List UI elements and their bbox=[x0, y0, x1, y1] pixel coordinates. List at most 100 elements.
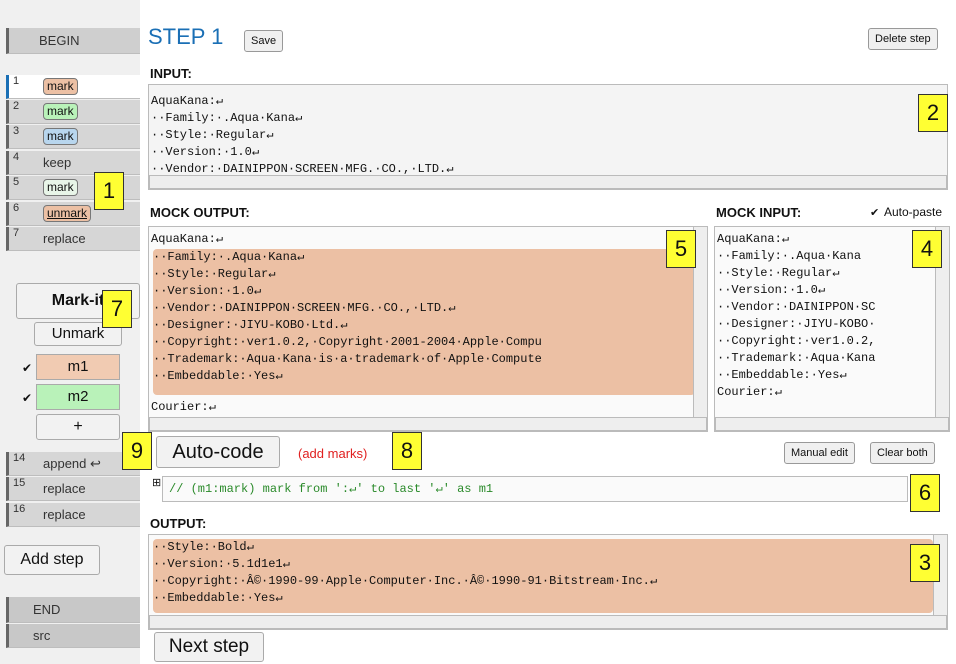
input-title: INPUT: bbox=[150, 66, 192, 81]
callout-5: 5 bbox=[666, 230, 696, 268]
step-label: mark bbox=[43, 103, 78, 120]
output-line: ··Version:·5.1d1e1↵ bbox=[153, 557, 290, 571]
manual-edit-button[interactable]: Manual edit bbox=[784, 442, 855, 464]
mock-output-marked-line: ··Embeddable:·Yes↵ bbox=[153, 369, 283, 383]
step-label: mark bbox=[43, 128, 78, 145]
mock-input-hscrollbar[interactable] bbox=[715, 417, 949, 431]
callout-7: 7 bbox=[102, 290, 132, 328]
step-label: mark bbox=[43, 179, 78, 196]
mock-output-marked-line: ··Copyright:·ver1.0.2,·Copyright·2001-20… bbox=[153, 335, 542, 349]
next-step-button[interactable]: Next step bbox=[154, 632, 264, 662]
mock-input-line: ··Family:·.Aqua·Kana bbox=[717, 249, 862, 263]
mock-output-title: MOCK OUTPUT: bbox=[150, 205, 250, 220]
sidebar-step[interactable]: 7 replace bbox=[6, 227, 140, 251]
step-number: 3 bbox=[13, 125, 20, 137]
callout-8: 8 bbox=[392, 432, 422, 470]
end-label: END bbox=[33, 602, 61, 617]
mock-input-line: ··Version:·1.0↵ bbox=[717, 283, 826, 297]
mock-input-line: ··Vendor:·DAINIPPON·SC bbox=[717, 300, 876, 314]
autopaste-checkbox[interactable]: ✔ bbox=[870, 206, 879, 219]
mock-input-title: MOCK INPUT: bbox=[716, 205, 802, 220]
mock-output-line: Courier:↵ bbox=[151, 400, 216, 414]
step-number: 5 bbox=[13, 176, 20, 188]
src-item[interactable]: src bbox=[6, 624, 140, 648]
step-number: 14 bbox=[13, 452, 26, 464]
callout-6: 6 bbox=[910, 474, 940, 512]
mock-output-marked-line: ··Trademark:·Aqua·Kana·is·a·trademark·of… bbox=[153, 352, 542, 366]
end-item[interactable]: END bbox=[6, 597, 140, 623]
step-label: keep bbox=[43, 155, 72, 170]
save-button[interactable]: Save bbox=[244, 30, 284, 52]
m1-checkbox[interactable]: ✔ bbox=[22, 361, 32, 375]
input-hscrollbar[interactable] bbox=[149, 175, 947, 189]
output-textarea[interactable]: ··Style:·Bold↵ ··Version:·5.1d1e1↵ ··Copyr… bbox=[148, 534, 948, 630]
add-mark-button[interactable]: + bbox=[36, 414, 120, 440]
mock-output-hscrollbar[interactable] bbox=[149, 417, 707, 431]
autopaste-label: Auto-paste bbox=[884, 205, 943, 219]
code-editor[interactable]: // (m1:mark) mark from ':↵' to last '↵' … bbox=[162, 476, 908, 502]
sidebar-step[interactable]: 1 mark bbox=[6, 75, 140, 99]
sidebar-step[interactable]: 16 replace bbox=[6, 503, 140, 527]
step-number: 4 bbox=[13, 151, 20, 163]
mock-output-textarea[interactable]: AquaKana:↵ ··Family:·.Aqua·Kana↵ ··Style:… bbox=[148, 226, 708, 432]
add-marks-note: (add marks) bbox=[298, 446, 368, 461]
mock-input-line: Courier:↵ bbox=[717, 385, 782, 399]
output-line: ··Style:·Bold↵ bbox=[153, 540, 254, 554]
step-number: 1 bbox=[13, 75, 20, 87]
mock-output-highlight: ··Family:·.Aqua·Kana↵ ··Style:·Regular↵ ··… bbox=[153, 249, 695, 395]
mock-output-marked-line: ··Version:·1.0↵ bbox=[153, 284, 262, 298]
mark-m2[interactable]: m2 bbox=[36, 384, 120, 410]
callout-2: 2 bbox=[918, 94, 948, 132]
output-line: ··Embeddable:·Yes↵ bbox=[153, 591, 283, 605]
step-label: append ↩ bbox=[43, 456, 101, 471]
callout-4: 4 bbox=[912, 230, 942, 268]
step-number: 15 bbox=[13, 477, 26, 489]
sidebar-step[interactable]: 15 replace bbox=[6, 477, 140, 501]
step-sidebar: BEGIN Mark-it Unmark ✔ m1 ✔ m2 + Add ste… bbox=[0, 0, 140, 664]
begin-item[interactable]: BEGIN bbox=[6, 28, 140, 54]
code-comment-line: // (m1:mark) mark from ':↵' to last '↵' … bbox=[169, 482, 494, 496]
output-line: ··Copyright:·Â©·1990-99·Apple·Computer·I… bbox=[153, 574, 658, 588]
mock-output-marked-line: ··Family:·.Aqua·Kana↵ bbox=[153, 250, 305, 264]
callout-1: 1 bbox=[94, 172, 124, 210]
step-label: unmark bbox=[43, 205, 92, 222]
auto-code-button[interactable]: Auto-code bbox=[156, 436, 280, 468]
input-line: AquaKana:↵ bbox=[151, 94, 224, 108]
sidebar-step[interactable]: 14 append ↩ bbox=[6, 452, 140, 476]
sidebar-step[interactable]: 3 mark bbox=[6, 125, 140, 149]
mock-output-marked-line: ··Vendor:·DAINIPPON·SCREEN·MFG.·CO.,·LTD… bbox=[153, 301, 456, 315]
input-line: ··Version:·1.0↵ bbox=[151, 145, 260, 159]
mock-output-line: AquaKana:↵ bbox=[151, 232, 224, 246]
input-line: ··Style:·Regular↵ bbox=[151, 128, 274, 142]
clear-both-button[interactable]: Clear both bbox=[870, 442, 935, 464]
step-label: replace bbox=[43, 231, 86, 246]
input-textarea[interactable]: AquaKana:↵ ··Family:·.Aqua·Kana↵ ··Style:·… bbox=[148, 84, 948, 190]
step-title: STEP 1 bbox=[148, 24, 224, 49]
callout-9: 9 bbox=[122, 432, 152, 470]
step-label: replace bbox=[43, 507, 86, 522]
mock-input-line: ··Trademark:·Aqua·Kana bbox=[717, 351, 876, 365]
mock-input-line: ··Style:·Regular↵ bbox=[717, 266, 840, 280]
step-number: 7 bbox=[13, 227, 20, 239]
mark-m1[interactable]: m1 bbox=[36, 354, 120, 380]
mock-output-marked-line: ··Style:·Regular↵ bbox=[153, 267, 276, 281]
output-title: OUTPUT: bbox=[150, 516, 207, 531]
mock-output-marked-line: ··Designer:·JIYU-KOBO·Ltd.↵ bbox=[153, 318, 348, 332]
step-number: 16 bbox=[13, 503, 26, 515]
step-label: mark bbox=[43, 78, 78, 95]
mock-input-line: ··Embeddable:·Yes↵ bbox=[717, 368, 847, 382]
m2-checkbox[interactable]: ✔ bbox=[22, 391, 32, 405]
expand-icon[interactable]: ⊞ bbox=[152, 476, 161, 489]
mock-input-line: AquaKana:↵ bbox=[717, 232, 790, 246]
add-step-button[interactable]: Add step bbox=[4, 545, 100, 575]
output-hscrollbar[interactable] bbox=[149, 615, 947, 629]
begin-label: BEGIN bbox=[39, 33, 80, 48]
step-number: 6 bbox=[13, 202, 20, 214]
step-label: replace bbox=[43, 481, 86, 496]
mock-input-line: ··Copyright:·ver1.0.2, bbox=[717, 334, 876, 348]
callout-3: 3 bbox=[910, 544, 940, 582]
sidebar-step[interactable]: 2 mark bbox=[6, 100, 140, 124]
delete-step-button[interactable]: Delete step bbox=[868, 28, 938, 50]
step-number: 2 bbox=[13, 100, 20, 112]
output-highlight: ··Style:·Bold↵ ··Version:·5.1d1e1↵ ··Copyr… bbox=[153, 539, 933, 613]
